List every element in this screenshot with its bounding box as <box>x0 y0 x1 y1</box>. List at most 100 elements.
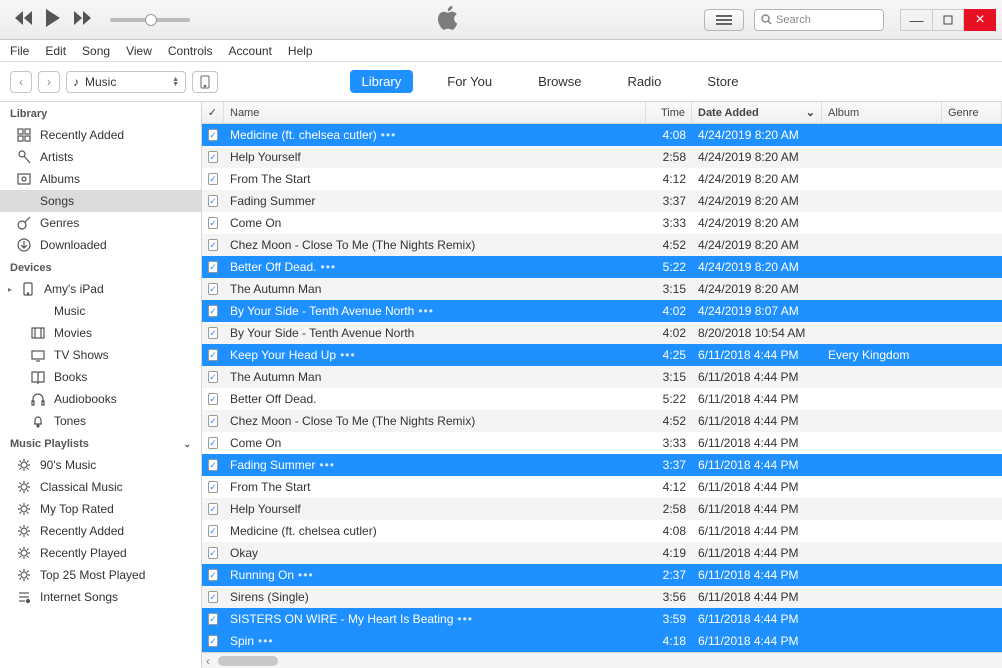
sidebar-item-top-25-most-played[interactable]: Top 25 Most Played <box>0 564 201 586</box>
song-row[interactable]: ✓Come On3:334/24/2019 8:20 AM <box>202 212 1002 234</box>
sidebar-item-tones[interactable]: Tones <box>0 410 201 432</box>
sidebar-item-movies[interactable]: Movies <box>0 322 201 344</box>
menu-controls[interactable]: Controls <box>168 44 213 58</box>
sidebar-item-amy-s-ipad[interactable]: ▸Amy's iPad <box>0 278 201 300</box>
song-row[interactable]: ✓Fading Summer3:374/24/2019 8:20 AM <box>202 190 1002 212</box>
song-row[interactable]: ✓By Your Side - Tenth Avenue North4:028/… <box>202 322 1002 344</box>
checkbox[interactable]: ✓ <box>208 437 218 449</box>
tab-for-you[interactable]: For You <box>435 70 504 93</box>
sidebar-item-90-s-music[interactable]: 90's Music <box>0 454 201 476</box>
checkbox[interactable]: ✓ <box>208 635 218 647</box>
forward-button[interactable]: › <box>38 71 60 93</box>
more-dots-icon[interactable]: ••• <box>298 568 314 582</box>
song-row[interactable]: ✓Chez Moon - Close To Me (The Nights Rem… <box>202 234 1002 256</box>
song-row[interactable]: ✓From The Start4:124/24/2019 8:20 AM <box>202 168 1002 190</box>
more-dots-icon[interactable]: ••• <box>418 304 434 318</box>
checkbox[interactable]: ✓ <box>208 371 218 383</box>
song-row[interactable]: ✓Help Yourself2:584/24/2019 8:20 AM <box>202 146 1002 168</box>
song-row[interactable]: ✓Come On3:336/11/2018 4:44 PM <box>202 432 1002 454</box>
sidebar-item-recently-added[interactable]: Recently Added <box>0 520 201 542</box>
prev-track-button[interactable] <box>14 11 34 28</box>
song-row[interactable]: ✓SISTERS ON WIRE - My Heart Is Beating •… <box>202 608 1002 630</box>
sidebar-item-internet-songs[interactable]: Internet Songs <box>0 586 201 608</box>
checkbox[interactable]: ✓ <box>208 591 218 603</box>
song-row[interactable]: ✓The Autumn Man3:156/11/2018 4:44 PM <box>202 366 1002 388</box>
sidebar-item-downloaded[interactable]: Downloaded <box>0 234 201 256</box>
checkbox[interactable]: ✓ <box>208 481 218 493</box>
checkbox[interactable]: ✓ <box>208 569 218 581</box>
tab-store[interactable]: Store <box>695 70 750 93</box>
song-row[interactable]: ✓Help Yourself2:586/11/2018 4:44 PM <box>202 498 1002 520</box>
sidebar-item-albums[interactable]: Albums <box>0 168 201 190</box>
checkbox[interactable]: ✓ <box>208 195 218 207</box>
song-row[interactable]: ✓Running On •••2:376/11/2018 4:44 PM <box>202 564 1002 586</box>
checkbox[interactable]: ✓ <box>208 349 218 361</box>
menu-view[interactable]: View <box>126 44 152 58</box>
column-check[interactable]: ✓ <box>202 102 224 123</box>
song-row[interactable]: ✓Spin •••4:186/11/2018 4:44 PM <box>202 630 1002 652</box>
column-date[interactable]: Date Added⌄ <box>692 102 822 123</box>
song-row[interactable]: ✓Keep Your Head Up •••4:256/11/2018 4:44… <box>202 344 1002 366</box>
menu-help[interactable]: Help <box>288 44 313 58</box>
sidebar-item-recently-added[interactable]: Recently Added <box>0 124 201 146</box>
back-button[interactable]: ‹ <box>10 71 32 93</box>
column-genre[interactable]: Genre <box>942 102 1002 123</box>
song-row[interactable]: ✓Medicine (ft. chelsea cutler) •••4:084/… <box>202 124 1002 146</box>
search-input[interactable]: Search <box>754 9 884 31</box>
checkbox[interactable]: ✓ <box>208 305 218 317</box>
checkbox[interactable]: ✓ <box>208 525 218 537</box>
checkbox[interactable]: ✓ <box>208 239 218 251</box>
menu-file[interactable]: File <box>10 44 29 58</box>
menu-song[interactable]: Song <box>82 44 110 58</box>
list-view-button[interactable] <box>704 9 744 31</box>
sidebar-item-songs[interactable]: Songs <box>0 190 201 212</box>
checkbox[interactable]: ✓ <box>208 503 218 515</box>
song-row[interactable]: ✓Medicine (ft. chelsea cutler)4:086/11/2… <box>202 520 1002 542</box>
chevron-down-icon[interactable]: ⌄ <box>183 439 191 450</box>
checkbox[interactable]: ✓ <box>208 151 218 163</box>
checkbox[interactable]: ✓ <box>208 459 218 471</box>
song-row[interactable]: ✓Okay4:196/11/2018 4:44 PM <box>202 542 1002 564</box>
window-close-button[interactable]: × <box>964 9 996 31</box>
song-row[interactable]: ✓The Autumn Man3:154/24/2019 8:20 AM <box>202 278 1002 300</box>
song-row[interactable]: ✓Chez Moon - Close To Me (The Nights Rem… <box>202 410 1002 432</box>
tab-browse[interactable]: Browse <box>526 70 593 93</box>
sidebar-item-artists[interactable]: Artists <box>0 146 201 168</box>
more-dots-icon[interactable]: ••• <box>457 612 473 626</box>
play-button[interactable] <box>46 9 62 30</box>
sidebar-item-recently-played[interactable]: Recently Played <box>0 542 201 564</box>
menu-edit[interactable]: Edit <box>45 44 66 58</box>
song-row[interactable]: ✓Better Off Dead.5:226/11/2018 4:44 PM <box>202 388 1002 410</box>
column-time[interactable]: Time <box>646 102 692 123</box>
sidebar-item-my-top-rated[interactable]: My Top Rated <box>0 498 201 520</box>
media-type-selector[interactable]: ♪ Music ▲▼ <box>66 71 186 93</box>
checkbox[interactable]: ✓ <box>208 173 218 185</box>
column-album[interactable]: Album <box>822 102 942 123</box>
triangle-right-icon[interactable]: ▸ <box>8 285 12 294</box>
checkbox[interactable]: ✓ <box>208 283 218 295</box>
checkbox[interactable]: ✓ <box>208 261 218 273</box>
tab-radio[interactable]: Radio <box>615 70 673 93</box>
next-track-button[interactable] <box>74 11 94 28</box>
checkbox[interactable]: ✓ <box>208 327 218 339</box>
checkbox[interactable]: ✓ <box>208 613 218 625</box>
more-dots-icon[interactable]: ••• <box>321 260 337 274</box>
sidebar-item-books[interactable]: Books <box>0 366 201 388</box>
more-dots-icon[interactable]: ••• <box>319 458 335 472</box>
volume-slider[interactable] <box>110 18 190 22</box>
checkbox[interactable]: ✓ <box>208 547 218 559</box>
song-row[interactable]: ✓Fading Summer •••3:376/11/2018 4:44 PM <box>202 454 1002 476</box>
more-dots-icon[interactable]: ••• <box>258 634 274 648</box>
song-row[interactable]: ✓From The Start4:126/11/2018 4:44 PM <box>202 476 1002 498</box>
device-button[interactable] <box>192 71 218 93</box>
checkbox[interactable]: ✓ <box>208 393 218 405</box>
song-row[interactable]: ✓By Your Side - Tenth Avenue North •••4:… <box>202 300 1002 322</box>
song-row[interactable]: ✓Sirens (Single)3:566/11/2018 4:44 PM <box>202 586 1002 608</box>
sidebar-item-genres[interactable]: Genres <box>0 212 201 234</box>
tab-library[interactable]: Library <box>350 70 414 93</box>
checkbox[interactable]: ✓ <box>208 129 218 141</box>
checkbox[interactable]: ✓ <box>208 217 218 229</box>
window-maximize-button[interactable] <box>932 9 964 31</box>
menu-account[interactable]: Account <box>229 44 272 58</box>
more-dots-icon[interactable]: ••• <box>381 128 397 142</box>
